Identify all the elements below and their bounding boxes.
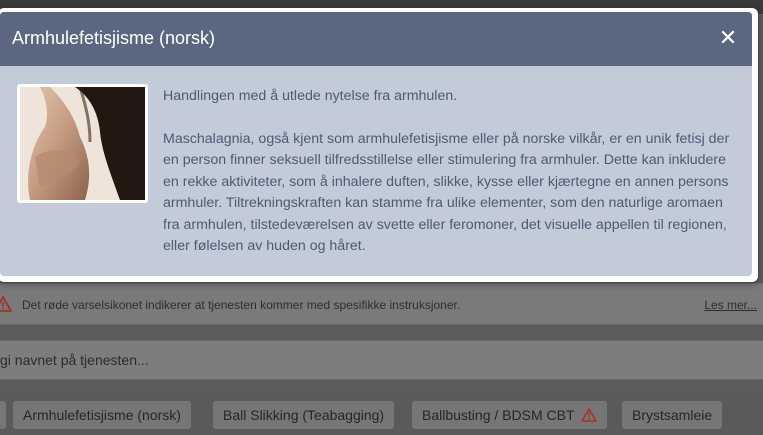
tag-list: Armhulefetisjisme (norsk) Ball Slikking … xyxy=(0,392,763,435)
modal-description: Handlingen med å utlede nytelse fra armh… xyxy=(163,86,743,258)
tag-partial[interactable] xyxy=(0,401,6,429)
tag-label: Ball Slikking (Teabagging) xyxy=(223,407,385,423)
page: Det røde varselsikonet indikerer at tjen… xyxy=(0,0,763,435)
tag-label: Armhulefetisjisme (norsk) xyxy=(23,407,181,423)
tag-label: Ballbusting / BDSM CBT xyxy=(422,407,575,423)
modal-content: Armhulefetisjisme (norsk) ✕ Handlingen m… xyxy=(0,12,752,276)
tag-item[interactable]: Ball Slikking (Teabagging) xyxy=(213,401,395,429)
warning-notice: Det røde varselsikonet indikerer at tjen… xyxy=(0,283,763,325)
description-detail: Maschalagnia, også kjent som armhulefeti… xyxy=(163,130,730,255)
modal-header: Armhulefetisjisme (norsk) ✕ xyxy=(0,12,752,66)
service-image xyxy=(17,84,148,203)
tag-item[interactable]: Brystsamleie xyxy=(622,401,723,429)
photo-illustration xyxy=(20,87,145,200)
close-icon[interactable]: ✕ xyxy=(716,26,740,50)
tag-label: Brystsamleie xyxy=(632,407,713,423)
service-photo xyxy=(20,87,145,200)
search-bar xyxy=(0,340,763,380)
warning-icon xyxy=(0,296,12,312)
read-more-link[interactable]: Les mer... xyxy=(704,298,757,312)
modal-title: Armhulefetisjisme (norsk) xyxy=(12,28,216,48)
warning-icon xyxy=(580,408,597,422)
description-summary: Handlingen med å utlede nytelse fra armh… xyxy=(163,88,458,104)
service-info-modal: Armhulefetisjisme (norsk) ✕ Handlingen m… xyxy=(0,8,758,282)
tag-item[interactable]: Armhulefetisjisme (norsk) xyxy=(13,401,191,429)
tag-item[interactable]: Ballbusting / BDSM CBT xyxy=(412,401,607,429)
notice-text: Det røde varselsikonet indikerer at tjen… xyxy=(22,298,461,312)
service-search-input[interactable] xyxy=(0,341,763,379)
